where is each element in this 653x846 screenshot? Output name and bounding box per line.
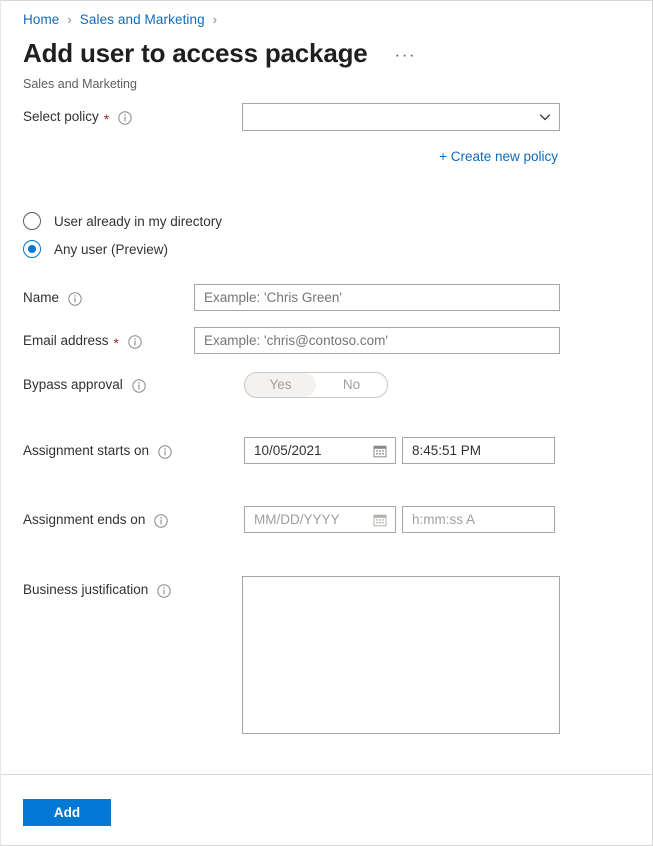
- bypass-approval-toggle[interactable]: Yes No: [244, 372, 388, 398]
- breadcrumb: Home › Sales and Marketing ›: [23, 12, 225, 27]
- assignment-ends-on-date-field[interactable]: MM/DD/YYYY: [244, 506, 396, 533]
- bypass-approval-no-option[interactable]: No: [316, 373, 387, 397]
- assignment-starts-on-date-value: 10/05/2021: [254, 443, 322, 458]
- assignment-starts-on-time-field[interactable]: 8:45:51 PM: [402, 437, 555, 464]
- bypass-approval-yes-option[interactable]: Yes: [245, 373, 316, 397]
- breadcrumb-item-sales-and-marketing[interactable]: Sales and Marketing: [80, 12, 205, 27]
- info-icon[interactable]: [157, 583, 172, 598]
- select-policy-label: Select policy *: [23, 109, 132, 127]
- info-icon[interactable]: [118, 110, 132, 125]
- business-justification-label: Business justification: [23, 582, 172, 598]
- add-button[interactable]: Add: [23, 799, 111, 826]
- assignment-ends-on-time-placeholder: h:mm:ss A: [412, 512, 476, 527]
- assignment-starts-on-date-field[interactable]: 10/05/2021: [244, 437, 396, 464]
- breadcrumb-item-home[interactable]: Home: [23, 12, 59, 27]
- bypass-approval-label: Bypass approval: [23, 377, 146, 393]
- radio-label: User already in my directory: [54, 213, 223, 229]
- page-subtitle: Sales and Marketing: [23, 77, 137, 91]
- assignment-starts-on-time-value: 8:45:51 PM: [412, 443, 482, 458]
- chevron-down-icon: [538, 110, 552, 124]
- name-label: Name: [23, 290, 82, 306]
- radio-icon: [23, 212, 41, 230]
- required-asterisk: *: [103, 110, 110, 127]
- info-icon[interactable]: [132, 378, 146, 393]
- assignment-ends-on-date-placeholder: MM/DD/YYYY: [254, 512, 340, 527]
- more-options-icon[interactable]: ···: [392, 45, 419, 65]
- radio-selected-icon: [23, 240, 41, 258]
- page-title: Add user to access package: [23, 38, 368, 68]
- required-asterisk: *: [113, 334, 119, 351]
- radio-user-already-in-directory[interactable]: User already in my directory: [23, 212, 222, 230]
- assignment-ends-on-label: Assignment ends on: [23, 512, 169, 528]
- footer-divider: [1, 774, 652, 775]
- breadcrumb-separator-icon: ›: [212, 12, 218, 27]
- radio-label: Any user (Preview): [54, 241, 169, 257]
- title-row: Add user to access package ···: [23, 37, 419, 69]
- select-policy-dropdown[interactable]: [242, 103, 560, 131]
- create-new-policy-link[interactable]: + Create new policy: [439, 149, 558, 164]
- info-icon[interactable]: [158, 444, 172, 459]
- access-package-add-user-page: Home › Sales and Marketing › Add user to…: [0, 0, 653, 846]
- email-address-input[interactable]: [194, 327, 560, 354]
- business-justification-textarea[interactable]: [242, 576, 560, 734]
- calendar-icon[interactable]: [373, 513, 387, 527]
- email-address-label: Email address *: [23, 333, 142, 351]
- name-input[interactable]: [194, 284, 560, 311]
- radio-any-user-preview[interactable]: Any user (Preview): [23, 240, 168, 258]
- calendar-icon[interactable]: [373, 444, 387, 458]
- info-icon[interactable]: [154, 513, 169, 528]
- breadcrumb-separator-icon: ›: [67, 12, 72, 27]
- info-icon[interactable]: [128, 334, 142, 349]
- assignment-starts-on-label: Assignment starts on: [23, 443, 172, 459]
- info-icon[interactable]: [68, 291, 82, 306]
- assignment-ends-on-time-field[interactable]: h:mm:ss A: [402, 506, 555, 533]
